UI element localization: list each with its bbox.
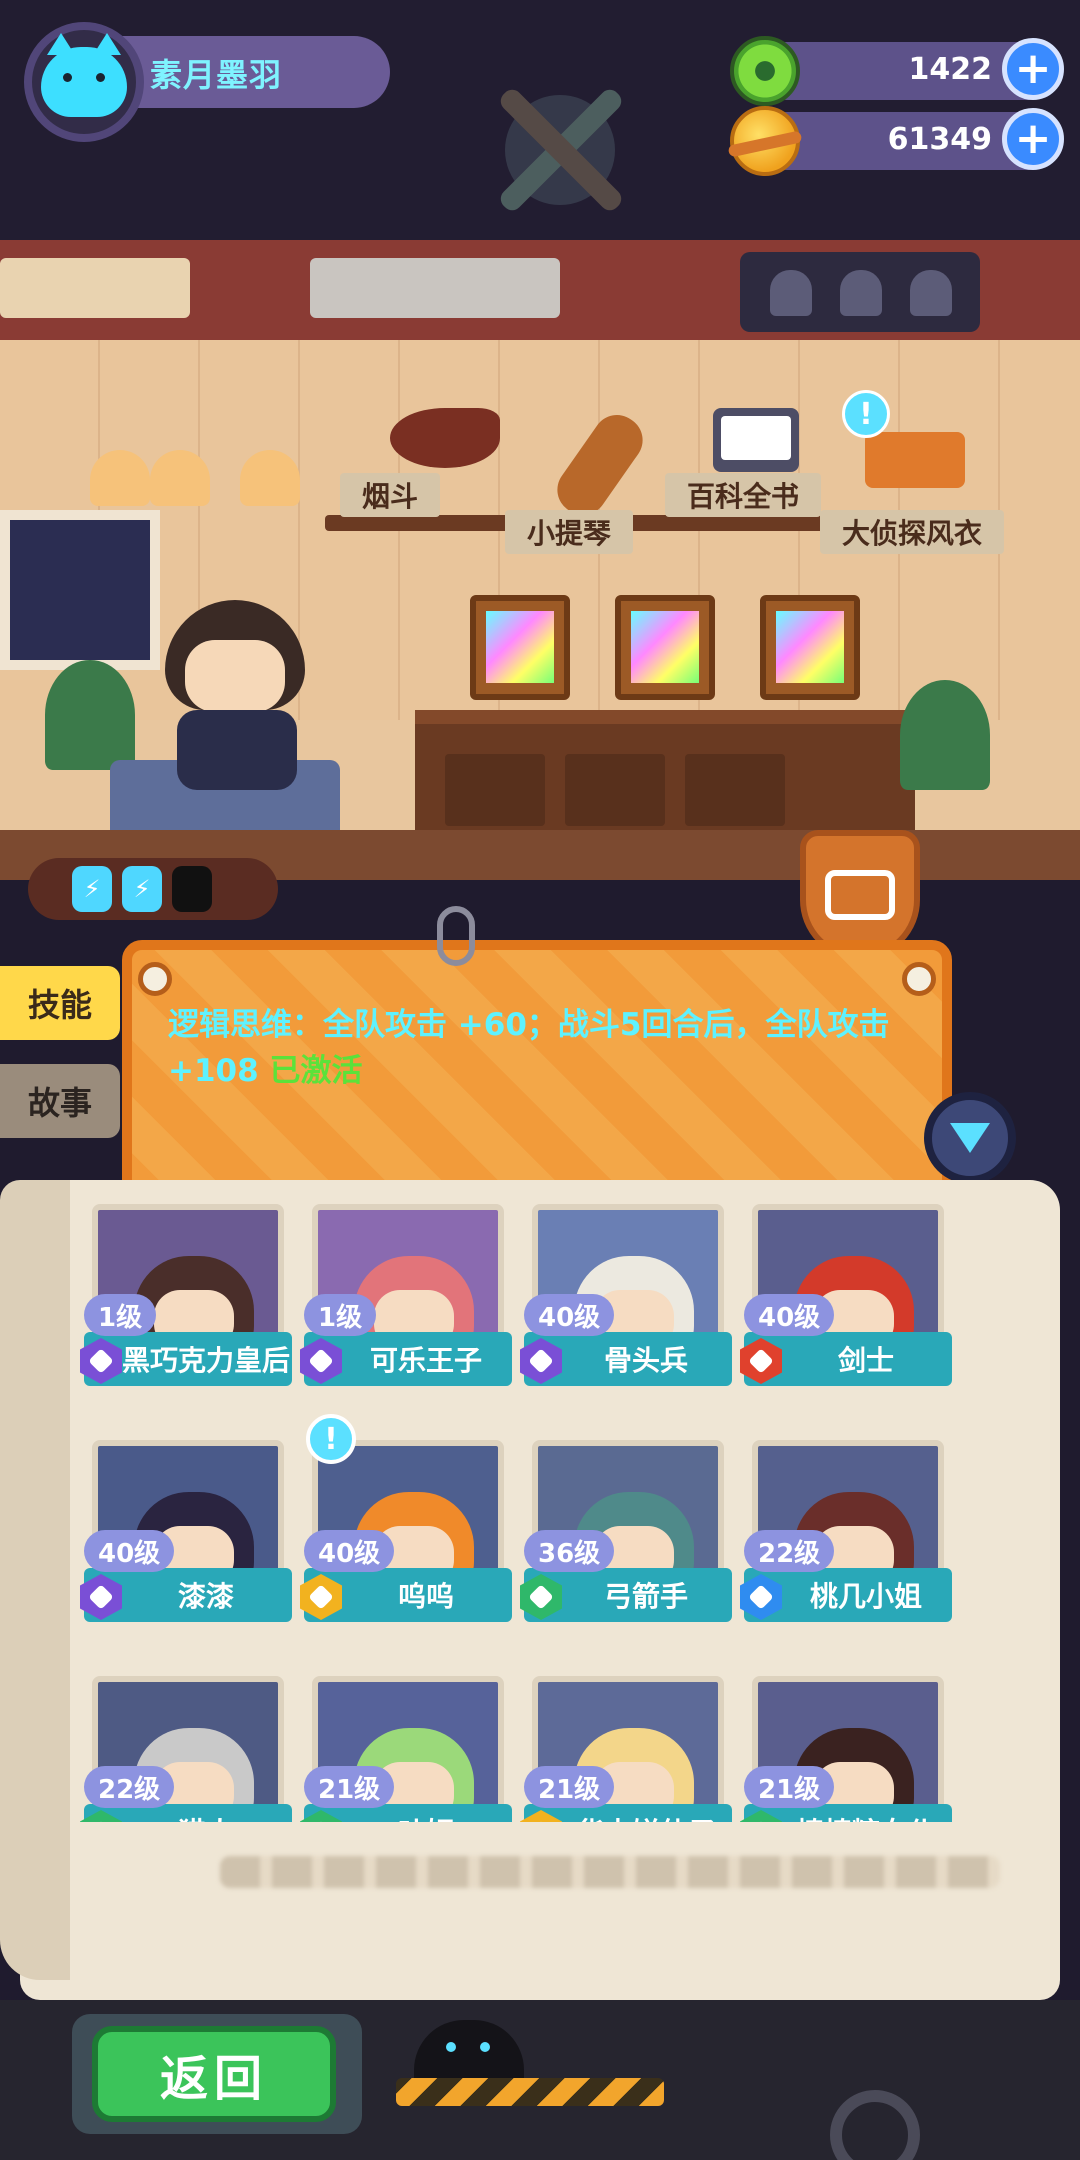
character-level: 21级 bbox=[304, 1766, 395, 1808]
detective-character[interactable] bbox=[155, 600, 315, 800]
planet-coin-amount: 61349 bbox=[887, 122, 992, 157]
potted-plant-icon bbox=[900, 680, 990, 790]
character-level: 40级 bbox=[84, 1530, 175, 1572]
add-donut-button[interactable]: + bbox=[1002, 38, 1064, 100]
skill-info-board: 逻辑思维：全队攻击 +60；战斗5回合后，全队攻击 +108 已激活 bbox=[122, 906, 952, 1220]
chandelier-icon bbox=[90, 420, 320, 540]
character-level: 21级 bbox=[744, 1766, 835, 1808]
character-book: 黑巧克力皇后 1级 可乐王子 1级 骨头兵 40级 剑士 40级漆漆 40级 呜呜 40级! 弓箭手 3… bbox=[0, 1180, 1060, 2000]
planet-coin-icon bbox=[730, 106, 800, 176]
ceiling-fan-icon bbox=[505, 95, 615, 205]
photo-frame[interactable] bbox=[760, 595, 860, 700]
filter-button[interactable] bbox=[924, 1092, 1016, 1184]
skill-description: 逻辑思维：全队攻击 +60；战斗5回合后，全队攻击 +108 已激活 bbox=[168, 1002, 928, 1094]
character-level: 22级 bbox=[744, 1530, 835, 1572]
energy-bar: ⚡ ⚡ bbox=[28, 858, 278, 920]
character-card[interactable]: 黑巧克力皇后 1级 bbox=[80, 1204, 292, 1400]
player-name: 素月墨羽 bbox=[150, 56, 283, 94]
new-alert-bubble-icon[interactable]: ! bbox=[306, 1414, 356, 1464]
ghost-vent bbox=[740, 252, 980, 332]
paper-clip-icon bbox=[437, 906, 475, 966]
currency-donut: 1422 + bbox=[730, 36, 1064, 106]
character-card[interactable]: 呜呜 40级! bbox=[300, 1414, 512, 1636]
character-card[interactable]: 棒棒糖女仆21级 bbox=[740, 1676, 952, 1822]
coat-hint-bubble[interactable]: ! bbox=[842, 390, 890, 438]
character-card[interactable]: 猎人22级 bbox=[80, 1676, 292, 1822]
blurred-footer-text bbox=[220, 1856, 1000, 1888]
energy-cell-icon: ⚡ bbox=[122, 866, 162, 912]
character-level: 40级 bbox=[304, 1530, 395, 1572]
back-button[interactable]: 返回 bbox=[92, 2026, 336, 2122]
cat-avatar-icon bbox=[41, 33, 127, 117]
photo-frame[interactable] bbox=[470, 595, 570, 700]
donut-amount: 1422 bbox=[908, 52, 993, 87]
character-card[interactable]: 桃几小姐 22级 bbox=[740, 1440, 952, 1636]
character-card[interactable]: 可乐王子 1级 bbox=[300, 1204, 512, 1400]
character-card[interactable]: 漆漆 40级 bbox=[80, 1440, 292, 1636]
pin-icon bbox=[902, 962, 936, 996]
shelf-label-coat: 大侦探风衣 bbox=[820, 510, 1005, 554]
character-level: 21级 bbox=[524, 1766, 615, 1808]
shelf-label-encyclopedia: 百科全书 bbox=[665, 473, 822, 517]
shelf-label-pipe: 烟斗 bbox=[340, 473, 441, 517]
character-card[interactable]: 剑士 40级 bbox=[740, 1204, 952, 1400]
pin-icon bbox=[138, 962, 172, 996]
pipe-icon[interactable] bbox=[390, 408, 500, 468]
character-level: 40级 bbox=[744, 1294, 835, 1336]
character-card[interactable]: 弓箭手 36级 bbox=[520, 1440, 732, 1636]
character-card[interactable]: 骨头兵 40级 bbox=[520, 1204, 732, 1400]
tab-story[interactable]: 故事 bbox=[0, 1064, 120, 1138]
desk bbox=[415, 710, 915, 840]
hazard-stripe bbox=[396, 2078, 664, 2106]
character-level: 40级 bbox=[524, 1294, 615, 1336]
filter-icon bbox=[950, 1123, 990, 1153]
photos-icon bbox=[825, 870, 895, 920]
character-card[interactable]: 华夫饼仙子21级 bbox=[520, 1676, 732, 1822]
shelf-label-violin: 小提琴 bbox=[505, 510, 634, 554]
currency-planet-coin: 61349 + bbox=[730, 106, 1064, 176]
add-planet-coin-button[interactable]: + bbox=[1002, 108, 1064, 170]
character-grid[interactable]: 黑巧克力皇后 1级 可乐王子 1级 骨头兵 40级 剑士 40级漆漆 40级 呜呜 40级! 弓箭手 3… bbox=[74, 1204, 1006, 1822]
player-avatar[interactable] bbox=[24, 22, 144, 142]
skill-active-status: 已激活 bbox=[269, 1053, 363, 1089]
tab-skill[interactable]: 技能 bbox=[0, 966, 120, 1040]
character-level: 22级 bbox=[84, 1766, 175, 1808]
detective-coat-icon[interactable] bbox=[865, 432, 965, 488]
detective-office-scene: ! 烟斗 小提琴 百科全书 大侦探风衣 bbox=[0, 240, 1080, 880]
energy-cell-icon: ⚡ bbox=[72, 866, 112, 912]
character-level: 36级 bbox=[524, 1530, 615, 1572]
potted-plant-icon bbox=[45, 660, 135, 770]
photo-frame[interactable] bbox=[615, 595, 715, 700]
character-card[interactable]: 叶姬21级 bbox=[300, 1676, 512, 1822]
encyclopedia-icon[interactable] bbox=[713, 408, 799, 472]
energy-cell-empty-icon bbox=[172, 866, 212, 912]
character-level: 1级 bbox=[84, 1294, 157, 1336]
character-level: 1级 bbox=[304, 1294, 377, 1336]
green-donut-coin-icon bbox=[730, 36, 800, 106]
